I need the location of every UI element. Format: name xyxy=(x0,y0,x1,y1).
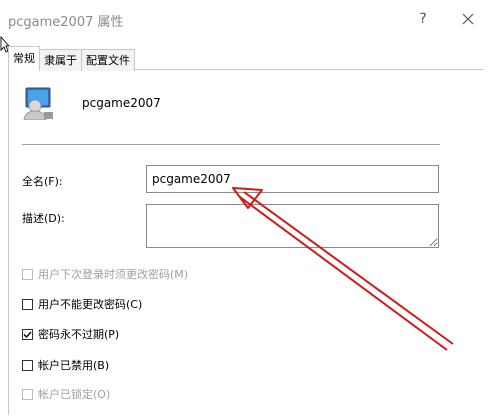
help-button[interactable]: ? xyxy=(408,6,438,32)
tab-profile[interactable]: 配置文件 xyxy=(81,49,135,71)
checkbox-box[interactable] xyxy=(22,298,33,310)
checkbox-box[interactable] xyxy=(22,359,33,371)
checkbox-account-disabled[interactable]: 帐户已禁用(B) xyxy=(22,357,109,373)
fullname-label: 全名(F): xyxy=(22,175,63,188)
description-label: 描述(D): xyxy=(22,212,65,225)
tab-strip: 常规 隶属于 配置文件 xyxy=(8,46,135,71)
tab-general[interactable]: 常规 xyxy=(8,46,40,71)
checkbox-label: 密码永不过期(P) xyxy=(38,328,120,341)
checkbox-box[interactable] xyxy=(22,388,33,400)
window-title: pcgame2007 属性 xyxy=(8,15,124,30)
checkbox-box-checked[interactable] xyxy=(22,328,33,340)
checkmark-icon xyxy=(23,331,32,338)
checkbox-must-change-password[interactable]: 用户下次登录时须更改密码(M) xyxy=(22,266,188,282)
checkbox-account-locked[interactable]: 帐户已锁定(O) xyxy=(22,386,110,402)
checkbox-label: 帐户已锁定(O) xyxy=(38,388,111,401)
close-button[interactable] xyxy=(453,6,483,32)
fullname-field[interactable] xyxy=(146,165,439,193)
checkbox-password-never-expires[interactable]: 密码永不过期(P) xyxy=(22,326,119,342)
tab-member-of[interactable]: 隶属于 xyxy=(39,49,82,71)
username-heading: pcgame2007 xyxy=(82,96,161,110)
description-field[interactable] xyxy=(146,204,439,248)
user-icon xyxy=(23,87,53,120)
divider xyxy=(22,144,440,145)
title-bar: pcgame2007 属性 ? xyxy=(0,0,493,40)
close-icon xyxy=(462,13,474,25)
checkbox-label: 用户下次登录时须更改密码(M) xyxy=(38,268,189,281)
checkbox-label: 帐户已禁用(B) xyxy=(38,359,110,372)
help-icon: ? xyxy=(419,11,427,27)
checkbox-cannot-change-password[interactable]: 用户不能更改密码(C) xyxy=(22,296,142,312)
checkbox-label: 用户不能更改密码(C) xyxy=(38,298,143,311)
checkbox-box[interactable] xyxy=(22,268,33,280)
properties-dialog: pcgame2007 属性 ? 常规 隶属于 配置文件 pcgame2007 全… xyxy=(0,0,493,419)
